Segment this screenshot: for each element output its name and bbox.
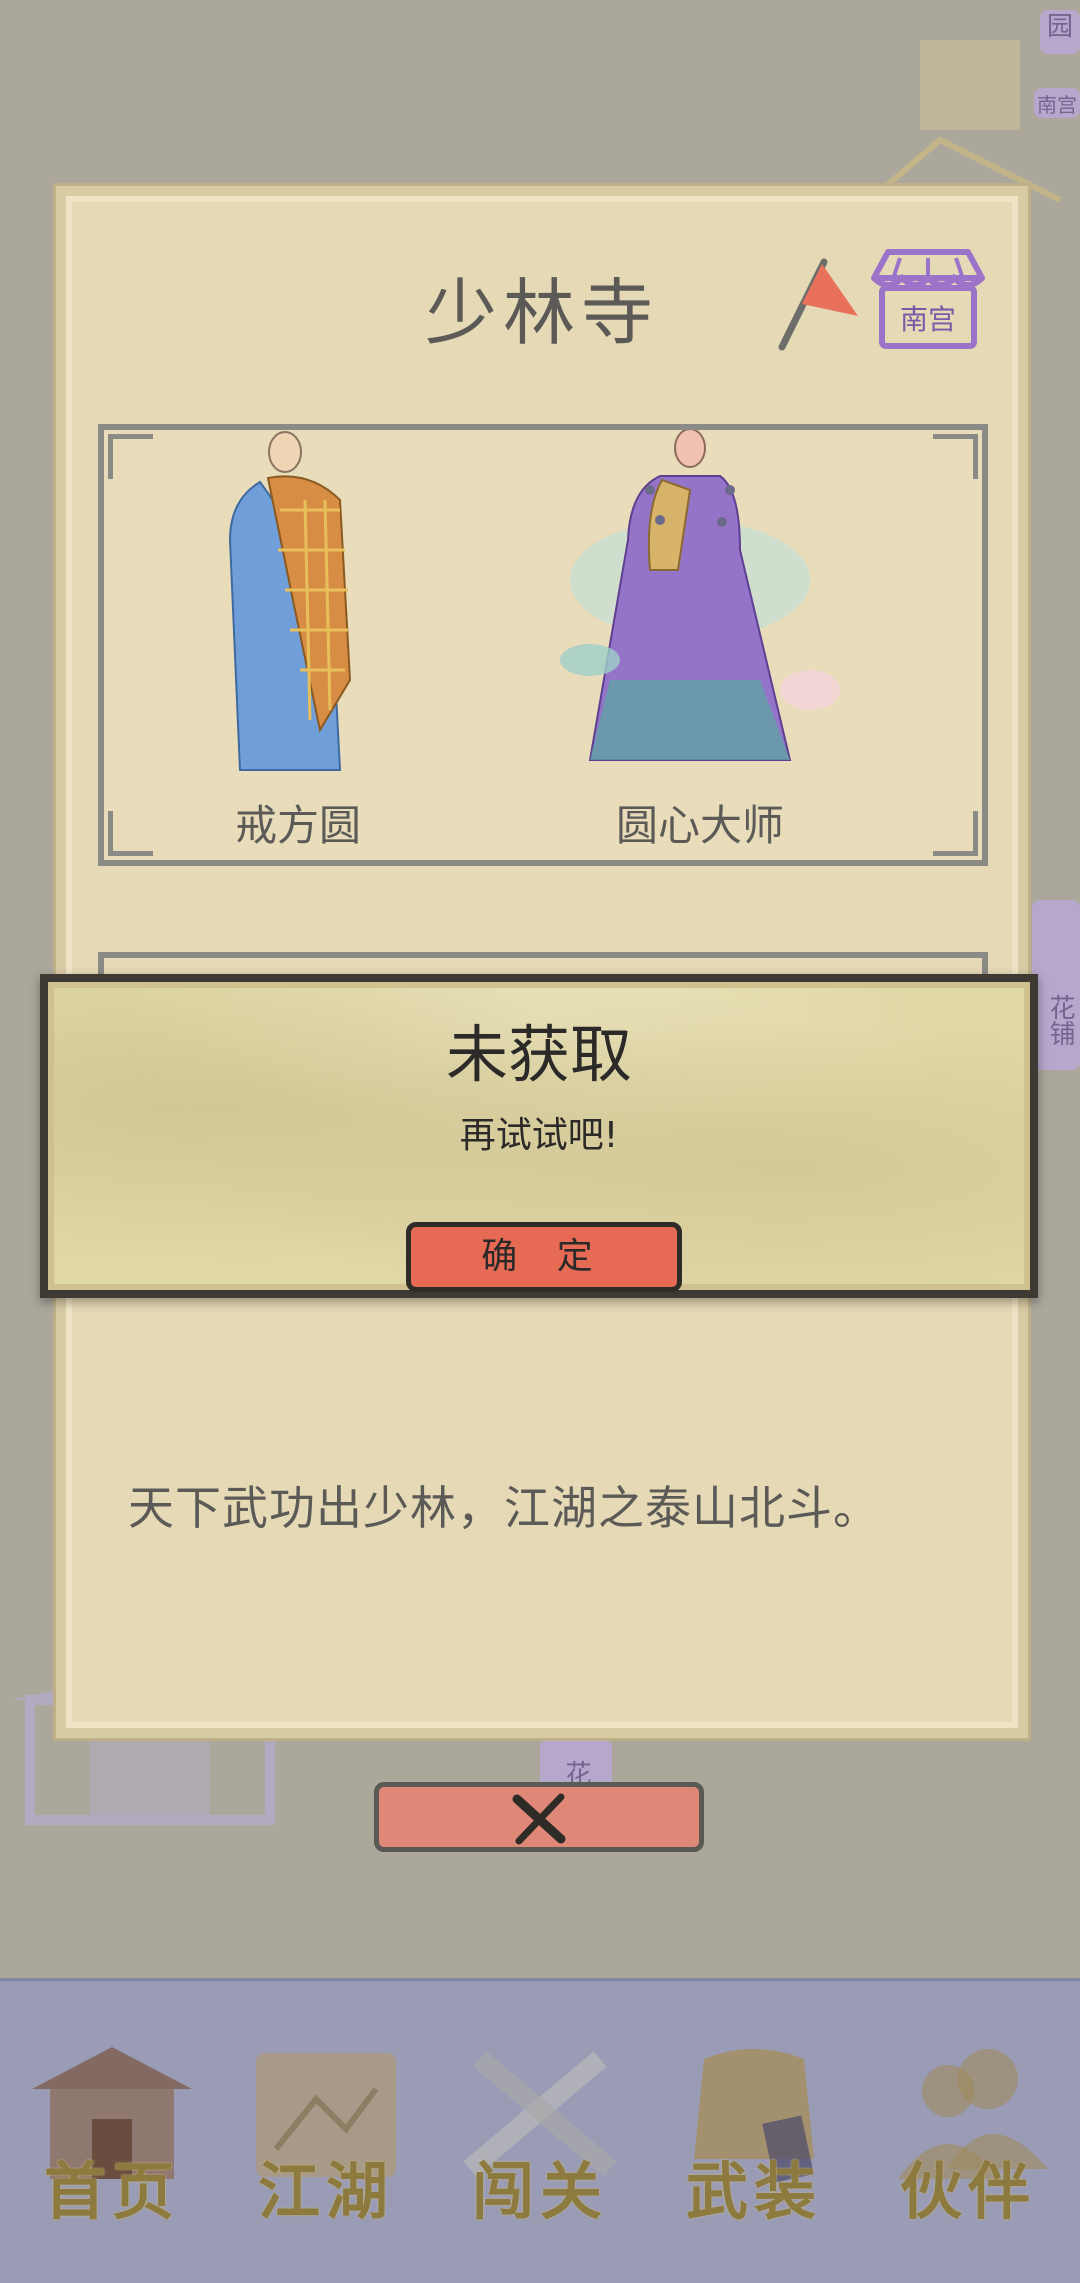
character-name: 戒方圆: [234, 801, 361, 850]
nav-item-challenge[interactable]: 闯关: [450, 2039, 630, 2249]
character-frame: 戒方圆 圆心大师: [98, 424, 988, 866]
frame-corner: [108, 434, 153, 479]
bg-tag-flower-shop: 花铺: [1032, 900, 1080, 1070]
nav-item-jianghu[interactable]: 江湖: [236, 2039, 416, 2249]
character-name: 圆心大师: [615, 801, 784, 850]
bottom-navigation: 首页 江湖 闯关 武装 伙伴: [0, 1978, 1080, 2283]
monk-portrait-jiefangyuan[interactable]: [190, 430, 380, 786]
close-button[interactable]: [374, 1782, 704, 1852]
not-obtained-dialog: 未获取 再试试吧! 确 定: [40, 974, 1038, 1298]
location-panel: 少林寺 南宫 戒方圆 圆心大师 天下武功出少林，江湖之泰山北斗。: [56, 186, 1028, 1738]
nav-label: 闯关: [471, 2155, 608, 2228]
frame-corner: [933, 811, 978, 856]
monk-portrait-yuanxin[interactable]: [550, 430, 850, 786]
nav-item-partners[interactable]: 伙伴: [878, 2039, 1058, 2249]
confirm-button[interactable]: 确 定: [406, 1222, 682, 1292]
nav-item-equipment[interactable]: 武装: [664, 2039, 844, 2249]
flag-icon[interactable]: [772, 252, 862, 352]
frame-corner: [933, 434, 978, 479]
nav-label: 首页: [43, 2155, 180, 2228]
location-description: 天下武功出少林，江湖之泰山北斗。: [128, 1481, 880, 1535]
dialog-title: 未获取: [445, 1018, 632, 1091]
shop-icon[interactable]: 南宫: [870, 246, 986, 350]
dialog-message: 再试试吧!: [459, 1115, 619, 1156]
nav-label: 武装: [685, 2155, 822, 2228]
shop-label: 南宫: [899, 303, 956, 336]
nav-label: 伙伴: [899, 2155, 1036, 2228]
frame-corner: [108, 811, 153, 856]
nav-item-home[interactable]: 首页: [22, 2039, 202, 2249]
close-icon: [512, 1793, 566, 1845]
nav-label: 江湖: [257, 2155, 394, 2228]
